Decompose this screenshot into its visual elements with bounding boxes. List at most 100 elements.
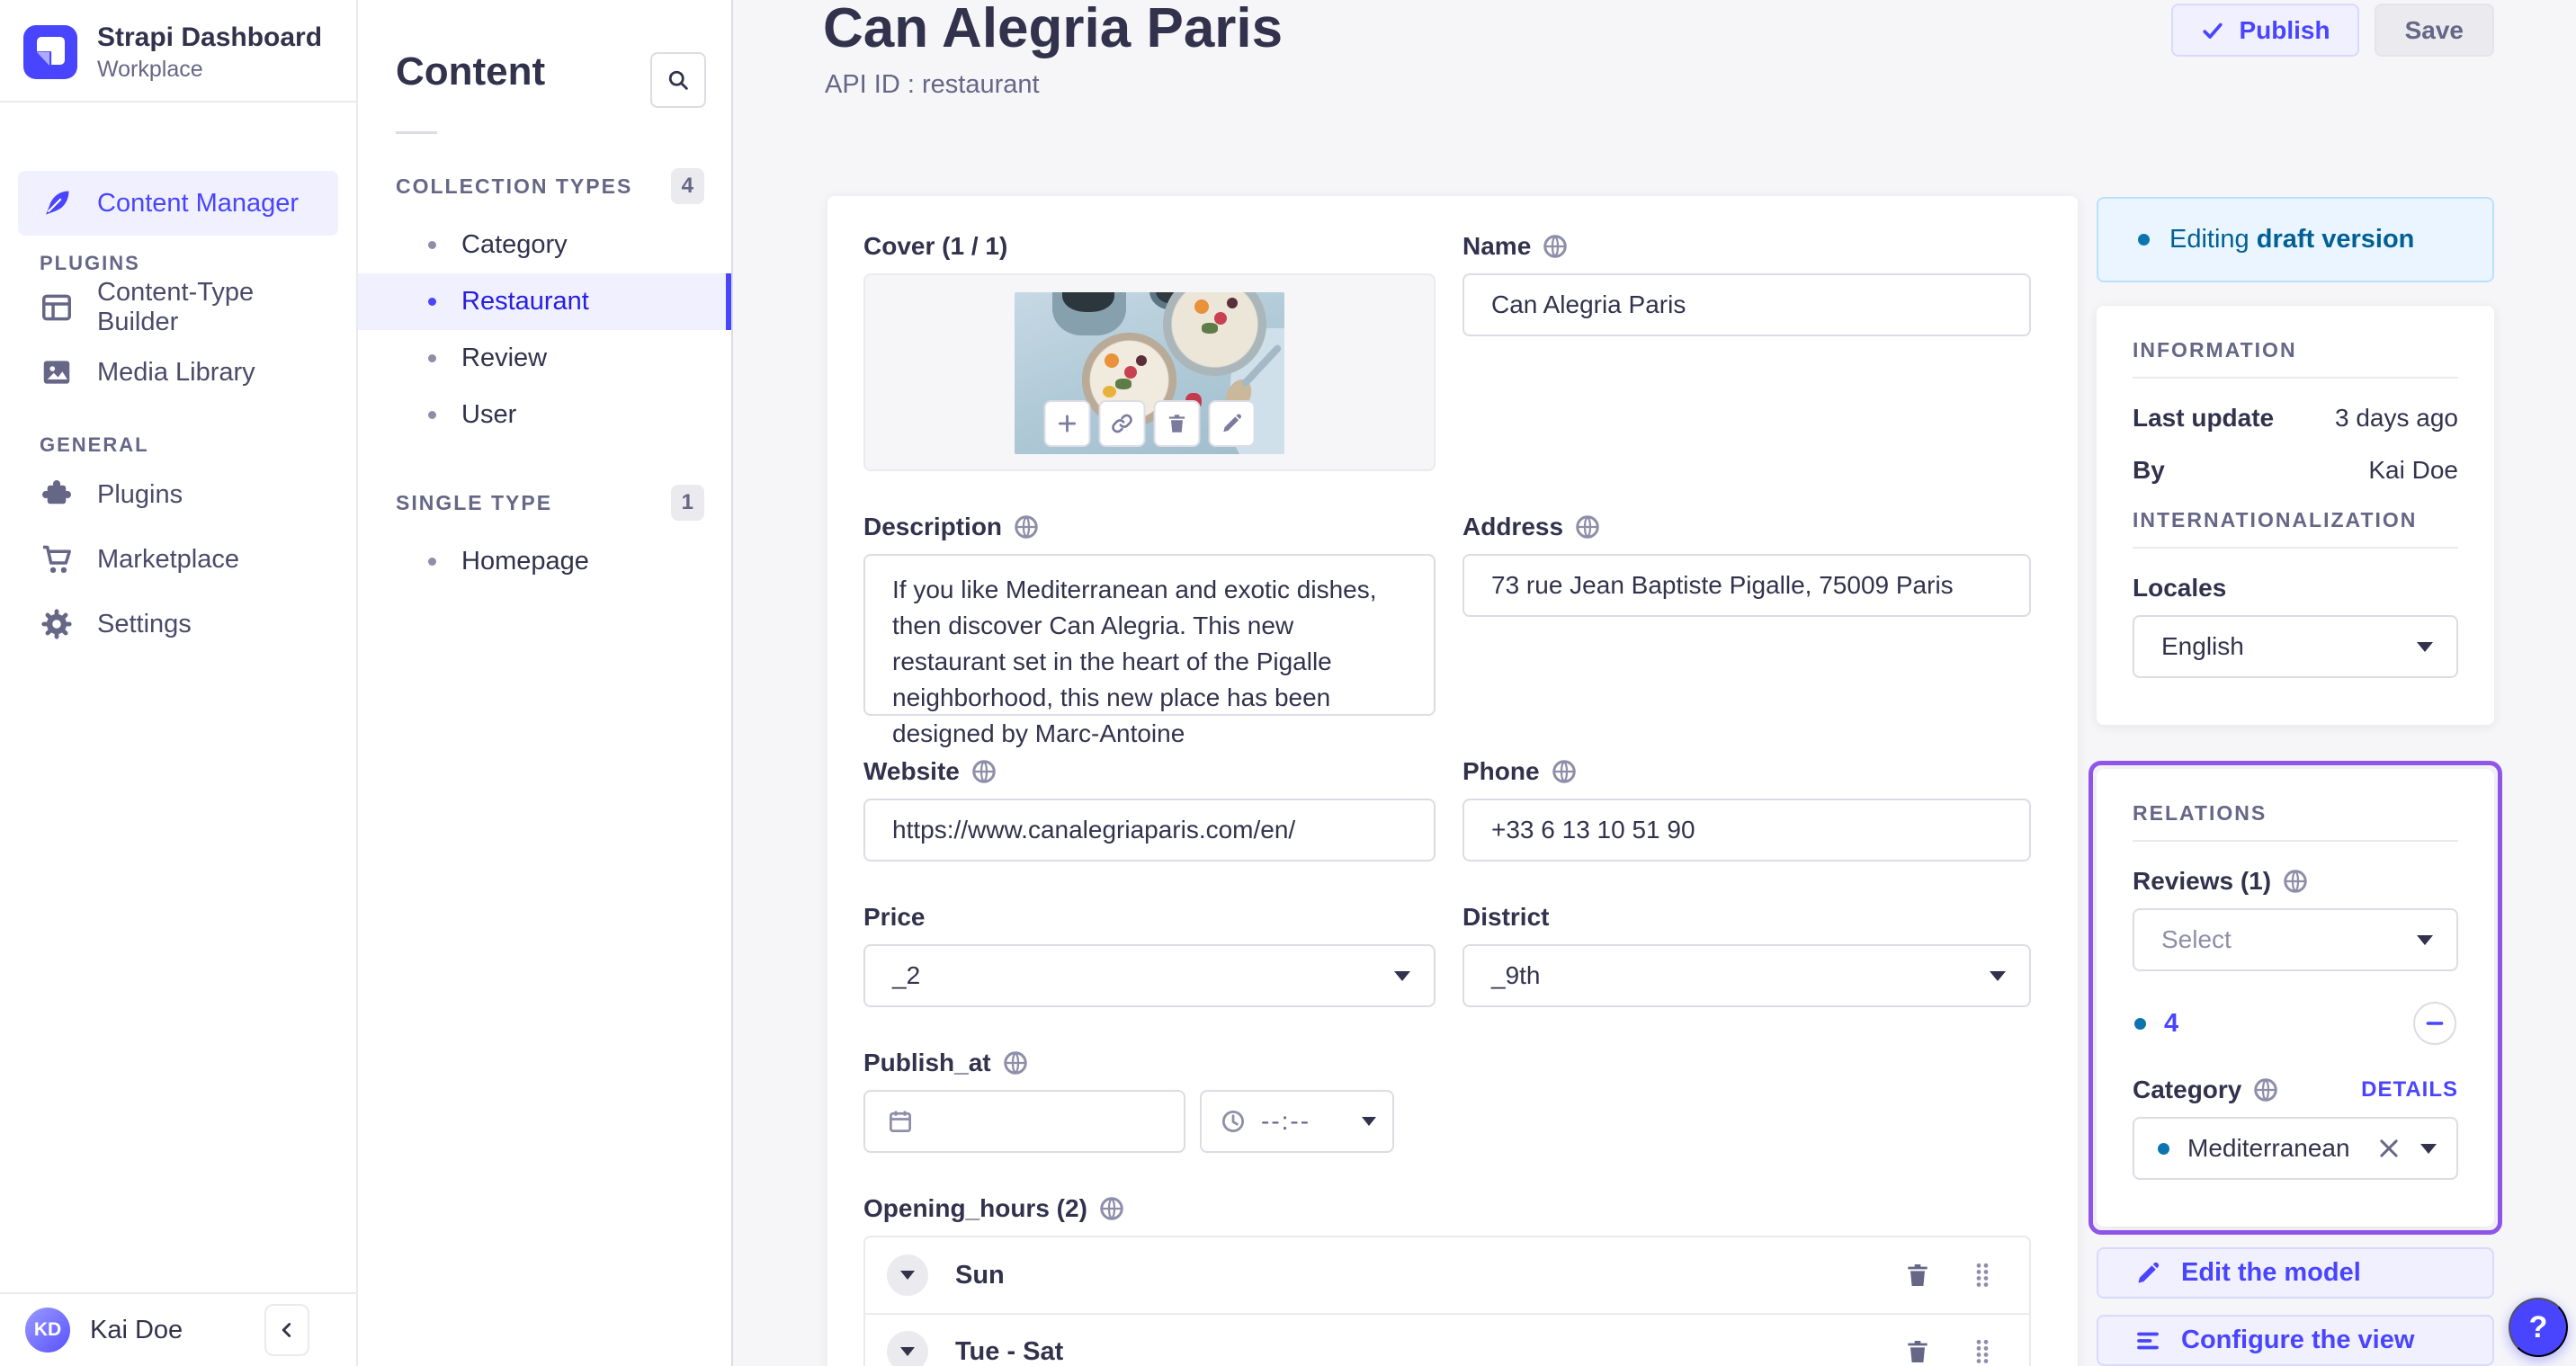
sidebar-item-content-type-builder[interactable]: Content-Type Builder — [0, 275, 356, 340]
save-button[interactable]: Save — [2374, 4, 2494, 57]
opening-hours-row-tue-sat: Tue - Sat — [865, 1313, 2029, 1366]
collection-item-review[interactable]: Review — [358, 330, 731, 387]
collapse-sidebar-button[interactable] — [264, 1304, 309, 1356]
phone-field: Phone +33 6 13 10 51 90 — [1462, 757, 2031, 862]
locale-select[interactable]: English — [2133, 615, 2458, 678]
configure-view-button[interactable]: Configure the view — [2097, 1315, 2494, 1366]
edit-media-button[interactable] — [1208, 400, 1256, 447]
relations-card: RELATIONS Reviews (1) Select 4 Category … — [2097, 769, 2494, 1227]
collection-item-label: Category — [461, 230, 568, 259]
cover-media-box — [863, 273, 1436, 471]
collection-item-user[interactable]: User — [358, 387, 731, 443]
review-relation-link[interactable]: 4 — [2164, 1009, 2413, 1039]
search-button[interactable] — [650, 52, 706, 108]
category-label: Category — [2133, 1076, 2279, 1104]
globe-icon — [1013, 513, 1040, 540]
gear-icon — [40, 607, 74, 641]
price-select[interactable]: _2 — [863, 944, 1436, 1007]
reviews-select[interactable]: Select — [2133, 908, 2458, 971]
globe-icon — [1551, 758, 1578, 785]
sidebar-item-marketplace[interactable]: Marketplace — [0, 527, 356, 592]
opening-hours-row-label: Sun — [955, 1260, 1005, 1290]
reviews-placeholder: Select — [2161, 925, 2232, 953]
reviews-label: Reviews (1) — [2133, 867, 2458, 896]
district-value: _9th — [1491, 961, 1541, 989]
details-link[interactable]: DETAILS — [2361, 1077, 2458, 1103]
user-name: Kai Doe — [90, 1315, 183, 1344]
list-lines-icon — [2134, 1327, 2161, 1354]
internationalization-heading: INTERNATIONALIZATION — [2133, 508, 2418, 531]
cover-field: Cover (1 / 1) — [863, 232, 1436, 471]
by-value: Kai Doe — [2368, 456, 2458, 484]
district-select[interactable]: _9th — [1462, 944, 2031, 1007]
category-select[interactable]: Mediterranean — [2133, 1117, 2458, 1180]
collection-types-count-badge: 4 — [670, 168, 704, 204]
sidebar-item-label: Marketplace — [97, 544, 239, 574]
publish-at-date-input[interactable] — [863, 1090, 1185, 1153]
address-field: Address 73 rue Jean Baptiste Pigalle, 75… — [1462, 513, 2031, 716]
sidebar-item-content-manager[interactable]: Content Manager — [18, 171, 338, 236]
sidebar-item-label: Content Manager — [97, 188, 300, 218]
by-label: By — [2133, 456, 2165, 484]
expand-toggle-button[interactable] — [887, 1331, 928, 1366]
expand-toggle-button[interactable] — [887, 1254, 928, 1296]
publish-button[interactable]: Publish — [2171, 4, 2359, 57]
district-label: District — [1462, 903, 1550, 931]
side-panel: Editing draft version INFORMATION Last u… — [2089, 197, 2502, 1366]
avatar[interactable]: KD — [25, 1308, 70, 1353]
layout-grid-icon — [40, 290, 74, 325]
remove-relation-button[interactable] — [2413, 1002, 2456, 1045]
pencil-icon — [1221, 412, 1244, 435]
globe-icon — [2282, 868, 2309, 895]
cover-photo — [1015, 292, 1284, 454]
feather-icon — [40, 186, 74, 220]
globe-icon — [1002, 1049, 1029, 1076]
sidebar-item-plugins[interactable]: Plugins — [0, 462, 356, 527]
sidebar-item-label: Settings — [97, 609, 192, 638]
status-dot-icon — [2138, 234, 2150, 246]
last-update-row: Last update 3 days ago — [2133, 404, 2458, 433]
by-row: By Kai Doe — [2133, 456, 2458, 485]
trash-icon[interactable] — [1903, 1337, 1932, 1366]
publish-at-field: Publish_at --:-- — [863, 1049, 1436, 1153]
collection-item-restaurant[interactable]: Restaurant — [358, 273, 731, 330]
help-button[interactable]: ? — [2509, 1298, 2568, 1357]
opening-hours-row-label: Tue - Sat — [955, 1336, 1064, 1366]
phone-input[interactable]: +33 6 13 10 51 90 — [1462, 799, 2031, 862]
page-title: Can Alegria Paris — [823, 0, 1284, 59]
delete-media-button[interactable] — [1153, 400, 1201, 447]
edit-model-button[interactable]: Edit the model — [2097, 1247, 2494, 1299]
address-label: Address — [1462, 513, 2031, 541]
content-panel-title: Content — [396, 49, 546, 94]
website-input[interactable]: https://www.canalegriaparis.com/en/ — [863, 799, 1436, 862]
description-textarea[interactable]: If you like Mediterranean and exotic dis… — [863, 554, 1436, 747]
information-heading: INFORMATION — [2133, 338, 2297, 362]
name-input[interactable]: Can Alegria Paris — [1462, 273, 2031, 336]
divider — [2133, 377, 2458, 379]
globe-icon — [1098, 1195, 1125, 1222]
plus-icon — [1056, 412, 1079, 435]
last-update-value: 3 days ago — [2335, 404, 2458, 432]
add-media-button[interactable] — [1043, 400, 1091, 447]
workspace-brand[interactable]: Strapi Dashboard Workplace — [0, 0, 356, 101]
divider — [2133, 547, 2458, 549]
trash-icon[interactable] — [1903, 1261, 1932, 1290]
link-icon — [1111, 412, 1134, 435]
price-label: Price — [863, 903, 926, 931]
single-type-item-homepage[interactable]: Homepage — [358, 533, 731, 590]
collection-item-label: User — [461, 400, 517, 429]
sidebar-item-settings[interactable]: Settings — [0, 592, 356, 656]
drag-handle-icon[interactable] — [1968, 1337, 1997, 1366]
relations-highlight-frame: RELATIONS Reviews (1) Select 4 Category … — [2089, 761, 2502, 1235]
drag-handle-icon[interactable] — [1968, 1261, 1997, 1290]
page-subtitle: API ID : restaurant — [825, 70, 1040, 99]
plugins-section-heading: PLUGINS — [40, 252, 140, 274]
collection-item-category[interactable]: Category — [358, 217, 731, 273]
sidebar-item-media-library[interactable]: Media Library — [0, 340, 356, 405]
publish-at-time-input[interactable]: --:-- — [1200, 1090, 1394, 1153]
website-label: Website — [863, 757, 1436, 786]
copy-link-button[interactable] — [1098, 400, 1146, 447]
main-sidebar: Strapi Dashboard Workplace Content Manag… — [0, 0, 358, 1366]
address-input[interactable]: 73 rue Jean Baptiste Pigalle, 75009 Pari… — [1462, 554, 2031, 617]
clear-icon[interactable] — [2375, 1135, 2402, 1162]
